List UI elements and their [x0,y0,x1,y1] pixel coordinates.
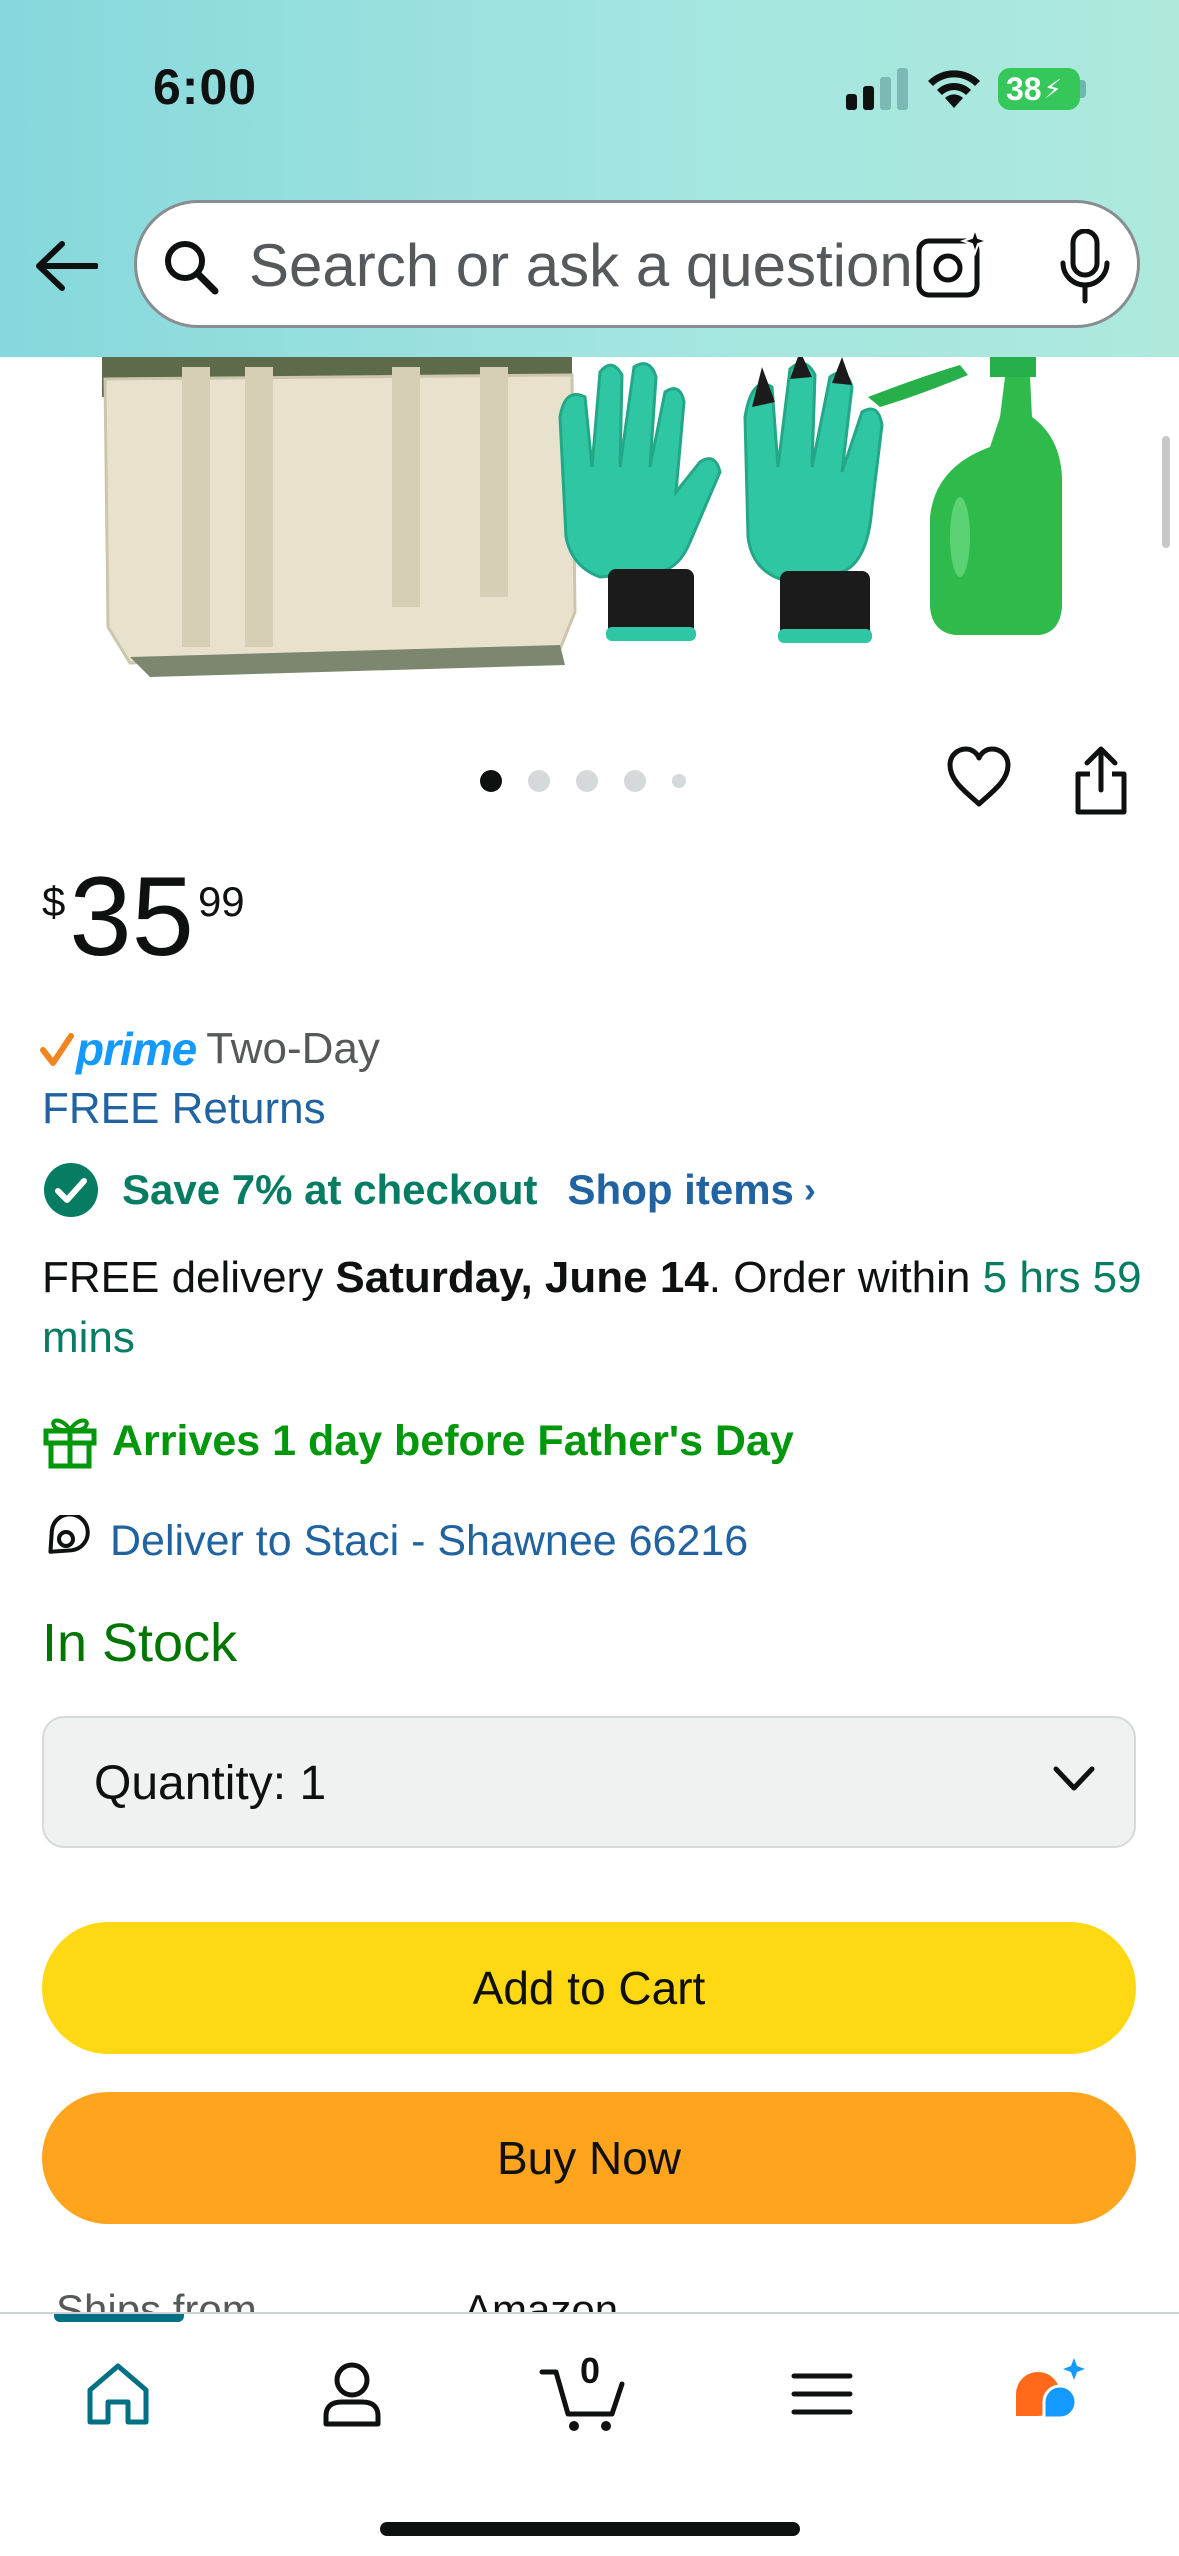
signal-icon [846,68,908,110]
bottom-nav: 0 [0,2312,1179,2556]
battery-tip [1080,80,1086,98]
garden-tool-set-image [102,357,1062,677]
scroll-indicator[interactable] [1162,436,1170,548]
ships-from-value: Amazon [464,2286,619,2314]
price-whole: 35 [69,854,194,979]
header: 6:00 38 ⚡ Search or ask a question [0,0,1179,357]
carousel-dot[interactable] [672,774,686,788]
heart-icon[interactable] [946,746,1012,810]
share-icon[interactable] [1072,746,1130,816]
quantity-label: Quantity: 1 [94,1757,327,1810]
image-carousel-dots[interactable] [480,768,686,794]
ships-from-row: Ships from Amazon [0,2280,1179,2314]
prime-label: Two-Day [206,1024,380,1073]
delivery-prefix: FREE delivery [42,1253,336,1302]
prime-check-icon [40,1033,74,1066]
quantity-select[interactable]: Quantity: 1 [42,1716,1136,1848]
price: $ 35 99 [42,858,245,976]
chevron-down-icon [1053,1766,1095,1791]
carousel-dot[interactable] [624,770,646,792]
coupon-row: Save 7% at checkout Shop items › [42,1160,816,1220]
free-returns-link[interactable]: FREE Returns [42,1084,326,1134]
buy-now-button[interactable]: Buy Now [42,2092,1136,2224]
quantity-value: 1 [299,1757,327,1810]
camera-icon[interactable] [915,227,991,303]
home-indicator [380,2522,800,2536]
deliver-to-link[interactable]: Deliver to Staci - Shawnee 66216 [110,1517,748,1566]
battery-indicator: 38 ⚡ [998,68,1080,110]
carousel-dot[interactable] [576,770,598,792]
delivery-middle: . Order within [708,1253,983,1302]
status-time: 6:00 [153,59,258,115]
search-input[interactable]: Search or ask a question [249,233,957,299]
active-tab-indicator [54,2314,184,2322]
ships-from-label: Ships from [56,2286,257,2314]
price-fraction: 99 [197,878,245,925]
price-currency: $ [42,878,66,925]
rufus-icon[interactable] [1008,2354,1088,2434]
cart-button[interactable]: 0 [538,2350,638,2434]
home-icon[interactable] [78,2354,158,2434]
back-arrow-icon[interactable] [34,240,98,292]
deliver-to[interactable]: Deliver to Staci - Shawnee 66216 [42,1510,748,1572]
charging-icon: ⚡ [1043,73,1062,104]
add-to-cart-button[interactable]: Add to Cart [42,1922,1136,2054]
search-bar[interactable]: Search or ask a question [134,200,1140,328]
check-circle-icon [44,1163,98,1217]
gift-notice: Arrives 1 day before Father's Day [42,1410,794,1472]
account-icon[interactable] [312,2354,392,2434]
gift-text: Arrives 1 day before Father's Day [112,1416,794,1465]
delivery-date: Saturday, June 14 [335,1253,709,1302]
search-icon [165,241,219,295]
chevron-right-icon: › [803,1169,816,1210]
battery-level: 38 [1006,70,1042,107]
product-image[interactable] [0,357,1179,687]
stock-status: In Stock [42,1613,238,1673]
carousel-dot[interactable] [528,770,550,792]
prime-logo: prime [76,1023,197,1075]
cart-count: 0 [580,2350,601,2391]
location-pin-icon [48,1515,90,1554]
coupon-text: Save 7% at checkout [122,1166,538,1213]
delivery-info: FREE delivery Saturday, June 14. Order w… [42,1248,1142,1368]
prime-badge: prime Two-Day [40,1022,380,1076]
shop-items-link[interactable]: Shop items [568,1166,794,1214]
menu-icon[interactable] [782,2354,862,2434]
wifi-icon [928,70,980,108]
carousel-dot[interactable] [480,770,502,792]
gift-icon [43,1418,97,1469]
mic-icon[interactable] [1055,229,1115,305]
